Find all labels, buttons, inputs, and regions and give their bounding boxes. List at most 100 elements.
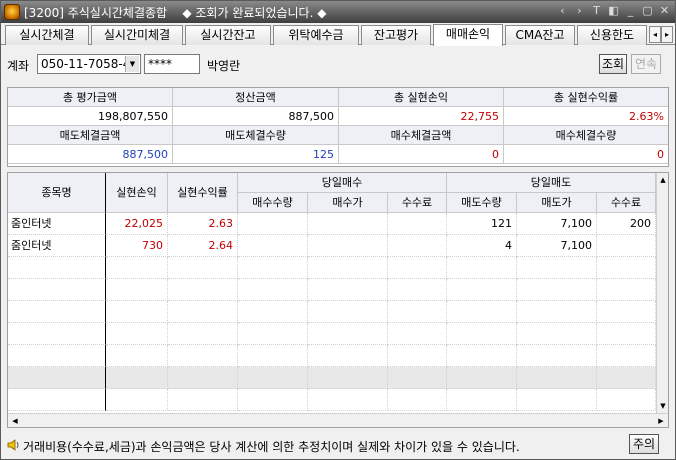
account-row: 계좌 050-11-7058-40 ▼ **** 박영란 조회 연속 — [1, 51, 675, 79]
col-header-sell-price[interactable]: 매도가 — [517, 193, 597, 213]
maximize-button[interactable]: ▢ — [641, 4, 654, 17]
table-row[interactable] — [8, 323, 656, 345]
sell-qty-label: 매도체결수량 — [173, 126, 339, 145]
cell-sell-price: 7,100 — [517, 213, 597, 235]
account-number: 050-11-7058-40 — [41, 57, 138, 71]
cell-rate — [168, 323, 238, 345]
cell-buy-qty — [238, 235, 308, 257]
tab-realtime-fills[interactable]: 실시간체결 — [5, 25, 89, 45]
cell-buy-qty — [238, 345, 308, 367]
col-header-buy-price[interactable]: 매수가 — [308, 193, 388, 213]
cell-buy-fee — [388, 345, 447, 367]
col-group-today-sell: 당일매도 — [447, 173, 656, 193]
cell-sell-fee — [597, 323, 656, 345]
cell-sell-fee — [597, 301, 656, 323]
tab-realtime-unfilled[interactable]: 실시간미체결 — [91, 25, 183, 45]
table-row[interactable] — [8, 345, 656, 367]
col-header-sell-qty[interactable]: 매도수량 — [447, 193, 517, 213]
col-header-buy-qty[interactable]: 매수수량 — [238, 193, 308, 213]
col-header-name[interactable]: 종목명 — [8, 173, 106, 213]
cell-sell-price: 7,100 — [517, 235, 597, 257]
minimize-button[interactable]: _ — [624, 4, 637, 17]
horizontal-scrollbar[interactable]: ◀ ▶ — [8, 413, 668, 427]
next-screen-icon[interactable]: › — [573, 4, 586, 17]
account-label: 계좌 — [7, 59, 30, 73]
table-row[interactable] — [8, 279, 656, 301]
table-row[interactable]: 줌인터넷 22,025 2.63 121 7,100 200 — [8, 213, 656, 235]
col-header-realized-rate[interactable]: 실현수익률 — [168, 173, 238, 213]
scroll-left-icon[interactable]: ◀ — [9, 415, 21, 427]
cell-sell-fee — [597, 257, 656, 279]
cell-sell-fee — [597, 367, 656, 389]
window-controls: ‹ › T ◧ _ ▢ ✕ — [556, 4, 671, 17]
cell-name — [8, 301, 106, 323]
table-row[interactable] — [8, 257, 656, 279]
tab-bar: 실시간체결 실시간미체결 실시간잔고 위탁예수금 잔고평가 매매손익 CMA잔고… — [1, 23, 675, 46]
tab-scroll-right-icon[interactable]: ▸ — [661, 26, 673, 43]
tab-trade-pnl[interactable]: 매매손익 — [433, 24, 503, 46]
caution-button[interactable]: 주의 — [629, 434, 659, 454]
tab-credit-limit[interactable]: 신용한도 — [577, 25, 647, 45]
cell-buy-qty — [238, 279, 308, 301]
cell-sell-qty — [447, 301, 517, 323]
password-field[interactable]: **** — [144, 54, 200, 74]
table-row[interactable] — [8, 367, 656, 389]
tab-realtime-balance[interactable]: 실시간잔고 — [185, 25, 271, 45]
cell-sell-qty — [447, 257, 517, 279]
status-bar: 거래비용(수수료,세금)과 손익금액은 당사 계산에 의한 추정치이며 실제와 … — [1, 431, 675, 459]
cell-rate — [168, 257, 238, 279]
cell-buy-qty — [238, 367, 308, 389]
cell-pnl: 22,025 — [106, 213, 168, 235]
cell-sell-qty — [447, 367, 517, 389]
prev-screen-icon[interactable]: ‹ — [556, 4, 569, 17]
cell-pnl — [106, 389, 168, 411]
tab-scroll-left-icon[interactable]: ◂ — [649, 26, 661, 43]
table-row[interactable] — [8, 301, 656, 323]
cell-sell-fee: 200 — [597, 213, 656, 235]
tab-cma-balance[interactable]: CMA잔고 — [505, 25, 575, 45]
cell-buy-price — [308, 367, 388, 389]
cell-buy-price — [308, 301, 388, 323]
cell-pnl — [106, 345, 168, 367]
scroll-right-icon[interactable]: ▶ — [655, 415, 667, 427]
col-header-realized-pnl[interactable]: 실현손익 — [106, 173, 168, 213]
tab-balance-eval[interactable]: 잔고평가 — [361, 25, 431, 45]
font-size-icon[interactable]: T — [590, 4, 603, 17]
close-button[interactable]: ✕ — [658, 4, 671, 17]
query-button[interactable]: 조회 — [599, 54, 627, 74]
cell-pnl: 730 — [106, 235, 168, 257]
table-row[interactable]: 줌인터넷 730 2.64 4 7,100 — [8, 235, 656, 257]
app-logo-icon — [4, 4, 20, 20]
cell-buy-price — [308, 279, 388, 301]
cell-buy-fee — [388, 389, 447, 411]
continue-button[interactable]: 연속 — [631, 54, 661, 74]
scroll-up-icon[interactable]: ▲ — [657, 174, 668, 186]
window-title: [3200] 주식실시간체결종합 ◆ 조회가 완료되었습니다. ◆ — [24, 5, 327, 20]
scroll-down-icon[interactable]: ▼ — [657, 400, 668, 412]
account-select[interactable]: 050-11-7058-40 ▼ — [37, 54, 141, 74]
table-row[interactable] — [8, 389, 656, 411]
cell-sell-price — [517, 389, 597, 411]
cell-pnl — [106, 323, 168, 345]
buy-amount-value: 0 — [339, 145, 504, 164]
total-eval-label: 총 평가금액 — [8, 88, 173, 107]
vertical-scrollbar[interactable]: ▲ ▼ — [656, 173, 668, 413]
col-header-sell-fee[interactable]: 수수료 — [597, 193, 656, 213]
cell-sell-fee — [597, 279, 656, 301]
total-realized-rate-value: 2.63% — [504, 107, 668, 126]
tab-deposit[interactable]: 위탁예수금 — [273, 25, 359, 45]
cell-sell-qty: 121 — [447, 213, 517, 235]
chevron-down-icon[interactable]: ▼ — [125, 56, 139, 72]
cell-sell-qty — [447, 323, 517, 345]
app-window: [3200] 주식실시간체결종합 ◆ 조회가 완료되었습니다. ◆ ‹ › T … — [0, 0, 676, 460]
cell-buy-qty — [238, 213, 308, 235]
col-group-today-buy: 당일매수 — [238, 173, 447, 193]
buy-qty-value: 0 — [504, 145, 668, 164]
layout-icon[interactable]: ◧ — [607, 4, 620, 17]
buy-qty-label: 매수체결수량 — [504, 126, 668, 145]
cell-buy-qty — [238, 389, 308, 411]
col-header-buy-fee[interactable]: 수수료 — [388, 193, 447, 213]
cell-sell-price — [517, 367, 597, 389]
cell-buy-fee — [388, 323, 447, 345]
settlement-value: 887,500 — [173, 107, 339, 126]
